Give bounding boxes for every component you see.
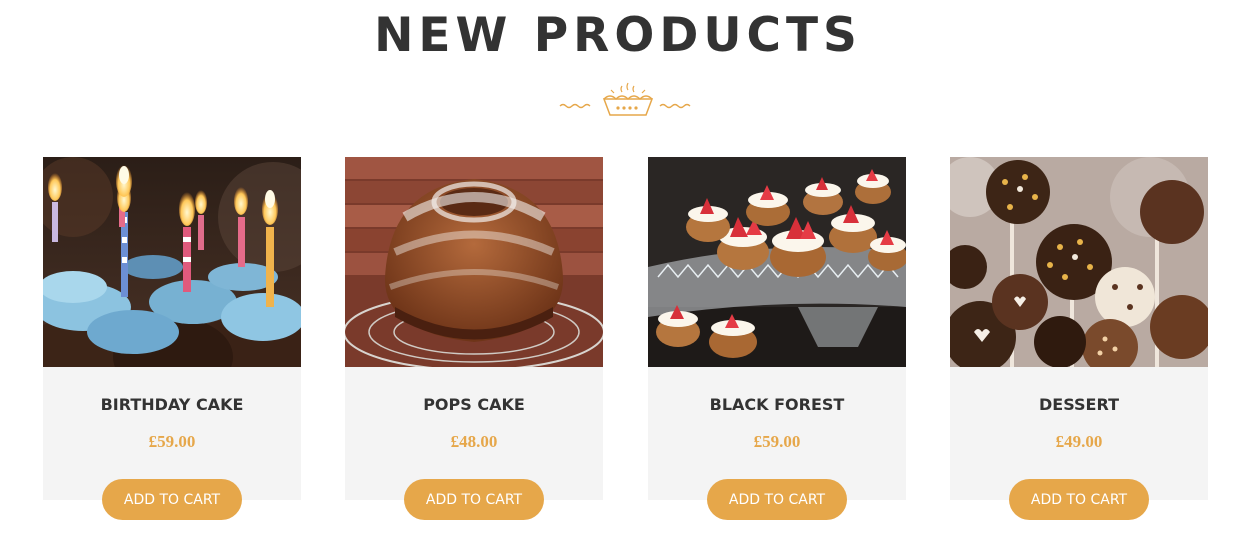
product-price: £59.00	[148, 432, 196, 451]
product-price: £49.00	[1055, 432, 1103, 451]
add-to-cart-button[interactable]: ADD TO CART	[1009, 479, 1149, 520]
product-card: DESSERT £49.00 ADD TO CART	[950, 157, 1208, 520]
product-price: £48.00	[450, 432, 498, 451]
product-name[interactable]: BIRTHDAY CAKE	[43, 395, 301, 414]
section-heading: NEW PRODUCTS	[374, 8, 862, 63]
add-to-cart-button[interactable]: ADD TO CART	[102, 479, 242, 520]
product-image-dessert[interactable]	[950, 157, 1208, 367]
product-name[interactable]: BLACK FOREST	[648, 395, 906, 414]
add-to-cart-button[interactable]: ADD TO CART	[707, 479, 847, 520]
product-image-birthday-cake[interactable]	[43, 157, 301, 367]
product-card: BIRTHDAY CAKE £59.00 ADD TO CART	[43, 157, 301, 520]
product-card: POPS CAKE £48.00 ADD TO CART	[345, 157, 603, 520]
product-card: BLACK FOREST £59.00 ADD TO CART	[648, 157, 906, 520]
product-image-black-forest[interactable]	[648, 157, 906, 367]
product-image-pops-cake[interactable]	[345, 157, 603, 367]
product-name[interactable]: DESSERT	[950, 395, 1208, 414]
product-price: £59.00	[753, 432, 801, 451]
pie-ornament-icon	[559, 82, 691, 116]
product-name[interactable]: POPS CAKE	[345, 395, 603, 414]
add-to-cart-button[interactable]: ADD TO CART	[404, 479, 544, 520]
